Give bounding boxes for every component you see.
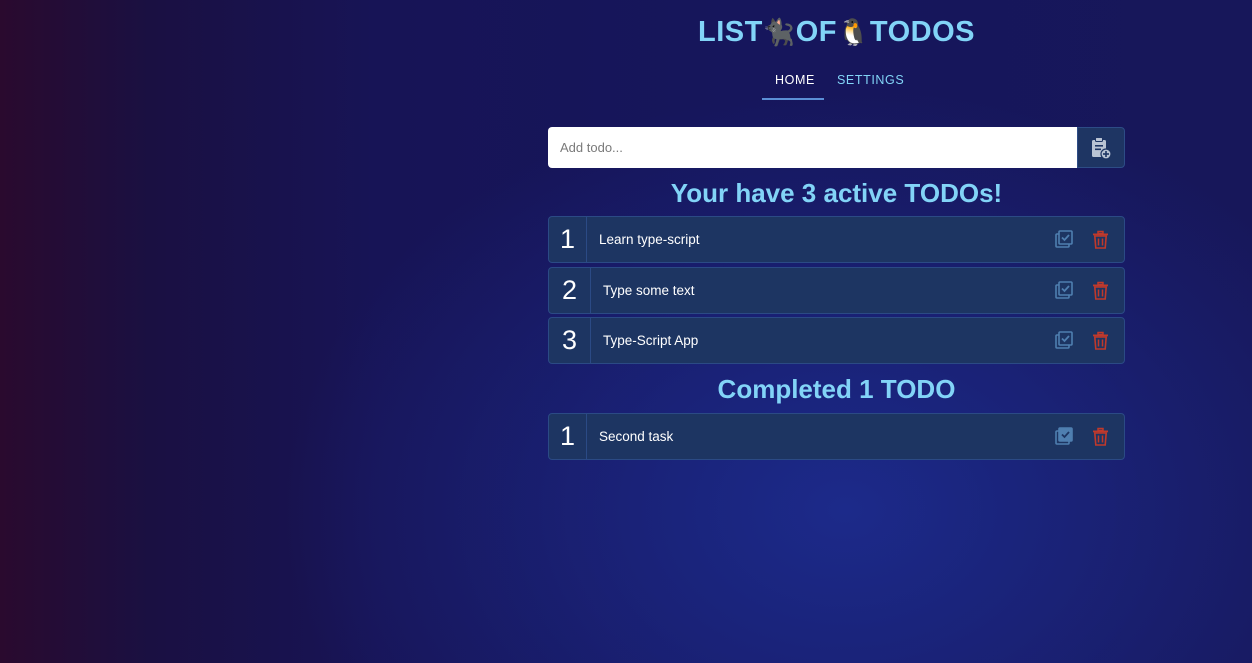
- tab-home[interactable]: HOME: [762, 62, 824, 100]
- todo-text: Type some text: [603, 283, 695, 298]
- delete-button[interactable]: [1090, 427, 1110, 447]
- penguin-emoji-icon: 🐧: [837, 17, 870, 47]
- todo-item: 1 Learn type-script: [548, 216, 1125, 263]
- add-todo-button[interactable]: [1077, 127, 1125, 168]
- checkbox-multiple-icon: [1054, 281, 1073, 299]
- title-list: LIST: [698, 16, 763, 48]
- add-todo-form: [548, 127, 1125, 168]
- add-todo-input[interactable]: [548, 127, 1077, 168]
- checkbox-multiple-icon: [1054, 230, 1073, 248]
- todo-text: Type-Script App: [603, 333, 699, 348]
- complete-button[interactable]: [1054, 281, 1074, 301]
- todo-number: 3: [549, 318, 591, 363]
- completed-todos-heading: Completed 1 TODO: [717, 374, 956, 404]
- checkbox-multiple-icon: [1054, 331, 1073, 349]
- trash-icon: [1092, 281, 1108, 300]
- todo-text: Learn type-script: [599, 232, 700, 247]
- clipboard-plus-icon: [1092, 136, 1112, 160]
- active-todos-heading: Your have 3 active TODOs!: [670, 178, 1003, 208]
- checkbox-multiple-checked-icon: [1054, 427, 1073, 445]
- title-of: OF: [795, 16, 838, 48]
- complete-button[interactable]: [1054, 427, 1074, 447]
- todo-item: 3 Type-Script App: [548, 317, 1125, 364]
- delete-button[interactable]: [1090, 331, 1110, 351]
- nav-tabs: HOME SETTINGS: [762, 62, 917, 100]
- todo-number: 1: [549, 217, 587, 262]
- tab-settings[interactable]: SETTINGS: [824, 62, 917, 100]
- cat-emoji-icon: 🐈‍⬛: [762, 17, 796, 47]
- trash-icon: [1092, 230, 1108, 249]
- delete-button[interactable]: [1090, 230, 1110, 250]
- title-todos: TODOS: [869, 16, 975, 48]
- todo-text: Second task: [599, 429, 674, 444]
- app-title: LIST🐈‍⬛OF🐧TODOS: [548, 14, 1125, 50]
- trash-icon: [1092, 331, 1108, 350]
- delete-button[interactable]: [1090, 281, 1110, 301]
- completed-todo-item: 1 Second task: [548, 413, 1125, 460]
- complete-button[interactable]: [1054, 331, 1074, 351]
- trash-icon: [1092, 427, 1108, 446]
- todo-number: 1: [549, 414, 587, 459]
- complete-button[interactable]: [1054, 230, 1074, 250]
- todo-number: 2: [549, 268, 591, 313]
- todo-item: 2 Type some text: [548, 267, 1125, 314]
